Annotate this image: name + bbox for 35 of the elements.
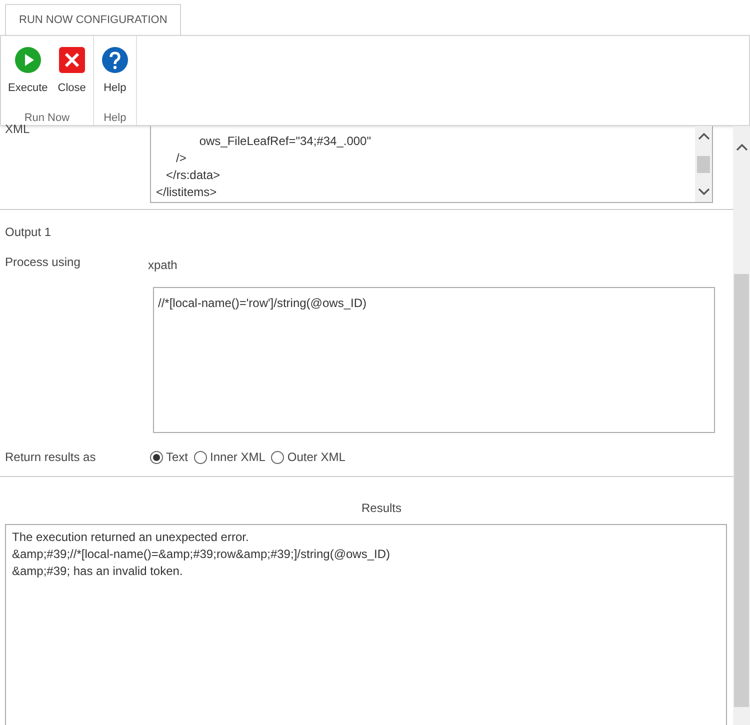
scrollbar-thumb[interactable]: [697, 156, 710, 172]
ribbon-tab[interactable]: RUN NOW CONFIGURATION: [5, 4, 182, 35]
help-icon: [100, 46, 129, 74]
process-value: xpath: [148, 257, 178, 274]
xml-line: </rs:data>: [165, 167, 222, 184]
field-label: XML: [4, 122, 31, 138]
textarea-scrollbar[interactable]: [695, 126, 712, 202]
scroll-up-icon[interactable]: [736, 143, 748, 151]
radio-button[interactable]: [194, 450, 208, 464]
query-textarea[interactable]: //*[local-name()='row']/string(@ows_ID): [153, 287, 715, 433]
xml-textarea[interactable]: ows_FileLeafRef="34;#34_.000" /> </rs:data> </listitems>: [150, 126, 713, 203]
field-label: Return results as: [4, 449, 97, 466]
ribbon-group-label: Help: [104, 110, 126, 126]
close-icon: [58, 46, 86, 74]
radio-option[interactable]: Outer XML: [271, 448, 346, 466]
ribbon-button[interactable]: Close: [54, 46, 90, 96]
xml-line: ows_FileLeafRef="34;#34_.000": [198, 133, 372, 150]
radio-button[interactable]: [271, 450, 284, 464]
ribbon-button[interactable]: Help: [96, 46, 133, 96]
section-title: Output 1: [4, 224, 52, 241]
results-textarea[interactable]: The execution returned an unexpected error. &amp;#39;//*[local-name()=&amp;#39;row&amp;#39;]/string(@ows_ID) &amp;#39; has an invalid token.: [5, 524, 727, 725]
play-icon: [14, 46, 42, 74]
scroll-down-icon[interactable]: [698, 188, 710, 196]
ribbon-button[interactable]: Execute: [4, 46, 52, 96]
page-scrollbar[interactable]: [733, 126, 750, 725]
radio-option[interactable]: Inner XML: [194, 448, 266, 466]
xml-line: </listitems>: [156, 184, 218, 201]
xml-line: />: [175, 150, 188, 167]
ribbon-group-label: Run Now: [24, 110, 70, 124]
scrollbar-thumb[interactable]: [734, 274, 749, 707]
results-title: Results: [361, 500, 402, 517]
field-label: Process using: [4, 254, 82, 271]
scroll-up-icon[interactable]: [698, 132, 710, 140]
radio-option[interactable]: Text: [150, 448, 188, 466]
radio-button[interactable]: [150, 450, 163, 464]
